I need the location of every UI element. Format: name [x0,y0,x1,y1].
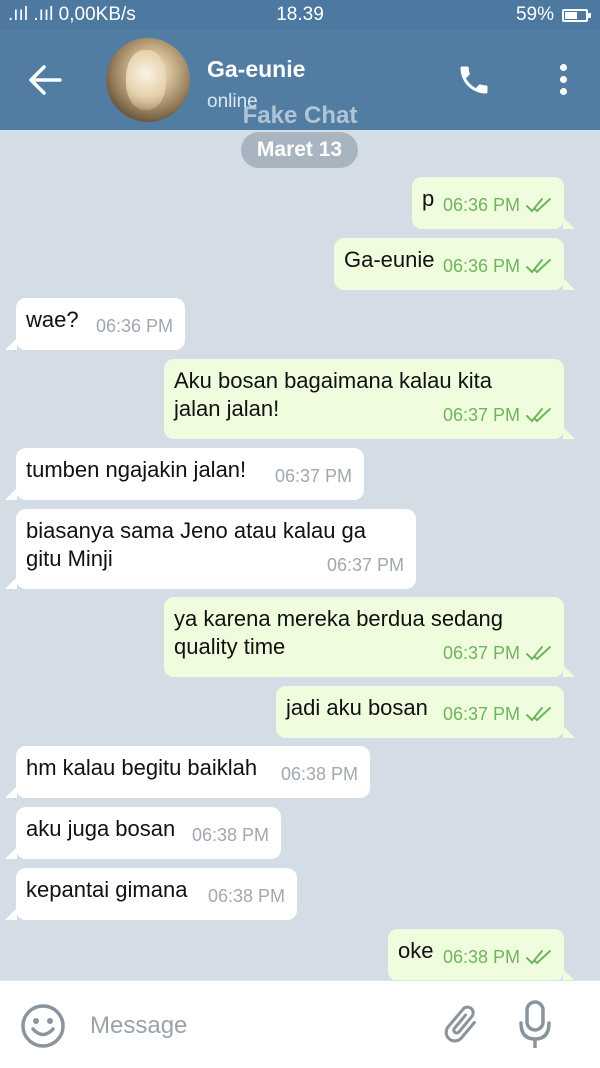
watermark: Fake Chat [242,102,358,129]
message-time: 06:37 PM [442,643,520,663]
incoming-message[interactable]: kepantai gimana 06:38 PM [5,868,297,920]
attach-button[interactable] [438,1001,484,1049]
message-meta: 06:38 PM [208,882,285,910]
message-meta: 06:36 PM [96,312,173,340]
outgoing-message[interactable]: oke 06:38 PM [388,929,575,981]
incoming-message[interactable]: biasanya sama Jeno atau kalau ga gitu Mi… [5,509,416,589]
message-time: 06:36 PM [442,195,520,215]
microphone-button[interactable] [516,999,554,1051]
message-meta: 06:38 PM [192,821,269,849]
message-meta: 06:37 PM [443,700,552,728]
message-meta: 06:36 PM [443,252,552,280]
more-vertical-icon [553,64,573,95]
read-receipt-icon [526,646,551,661]
clock: 18.39 [276,4,324,25]
message-meta: 06:37 PM [275,462,352,490]
outgoing-message[interactable]: ya karena mereka berdua sedang quality t… [164,597,575,677]
message-meta: 06:37 PM [443,401,552,429]
message-meta: 06:37 PM [327,551,404,579]
message-time: 06:37 PM [274,466,352,486]
arrow-left-icon [29,65,62,95]
chat-header: Ga-eunie online Fake Chat [0,30,600,130]
back-button[interactable] [28,64,62,96]
microphone-icon [519,1000,551,1048]
outgoing-message[interactable]: Aku bosan bagaimana kalau kita jalan jal… [164,359,575,439]
composer-bar [0,980,600,1068]
incoming-message[interactable]: aku juga bosan 06:38 PM [5,807,281,859]
message-time: 06:38 PM [442,947,520,967]
message-time: 06:37 PM [326,555,404,575]
call-button[interactable] [456,62,492,98]
read-receipt-icon [526,950,551,965]
message-time: 06:36 PM [95,316,173,336]
more-menu-button[interactable] [553,64,573,98]
read-receipt-icon [526,259,551,274]
outgoing-message[interactable]: jadi aku bosan 06:37 PM [276,686,575,738]
message-time: 06:38 PM [280,764,358,784]
status-bar: .ııl .ııl 0,00KB/s 18.39 59% [0,0,600,30]
read-receipt-icon [526,198,551,213]
paperclip-icon [444,1005,476,1043]
contact-name[interactable]: Ga-eunie [207,56,305,83]
incoming-message[interactable]: tumben ngajakin jalan! 06:37 PM [5,448,364,500]
phone-icon [460,66,488,94]
read-receipt-icon [526,707,551,722]
message-time: 06:38 PM [207,886,285,906]
message-meta: 06:38 PM [443,943,552,971]
message-input[interactable] [88,1005,422,1047]
read-receipt-icon [526,408,551,423]
message-time: 06:36 PM [442,256,520,276]
message-meta: 06:36 PM [443,191,552,219]
battery-icon [562,8,591,22]
message-time: 06:38 PM [191,825,269,845]
message-time: 06:37 PM [442,405,520,425]
emoji-button[interactable] [20,1003,66,1049]
message-time: 06:37 PM [442,704,520,724]
smiley-icon [21,1004,65,1048]
outgoing-message[interactable]: p 06:36 PM [412,177,575,229]
outgoing-message[interactable]: Ga-eunie 06:36 PM [334,238,575,290]
date-separator: Maret 13 [241,132,358,168]
incoming-message[interactable]: wae? 06:36 PM [5,298,185,350]
message-meta: 06:37 PM [443,639,552,667]
battery-percent: 59% [515,4,554,25]
incoming-message[interactable]: hm kalau begitu baiklah 06:38 PM [5,746,370,798]
message-meta: 06:38 PM [281,760,358,788]
battery-indicator: 59% [515,4,591,26]
